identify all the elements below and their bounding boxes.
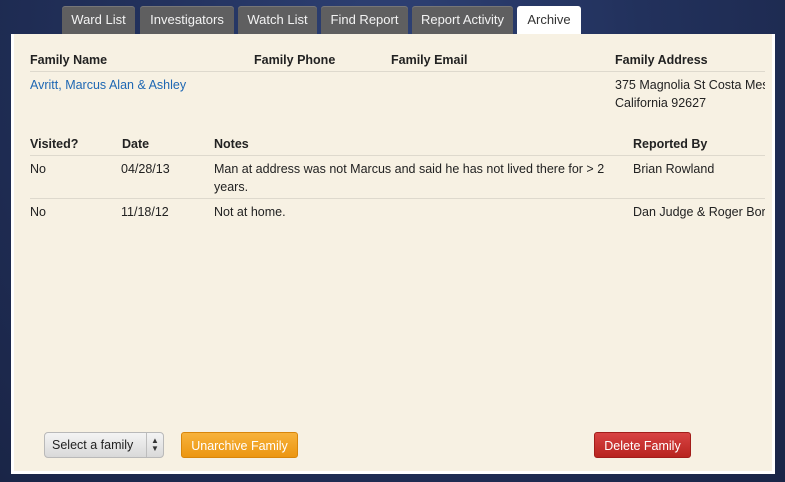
visited-cell: No [30, 162, 46, 176]
family-select[interactable]: Select a family ▲ ▼ [44, 432, 164, 458]
tab-watch-list[interactable]: Watch List [238, 6, 317, 34]
date-header: Date [122, 137, 150, 151]
family-phone-header: Family Phone [254, 53, 336, 67]
date-cell: 04/28/13 [121, 162, 170, 176]
family-address-line2: California 92627 [615, 96, 707, 110]
notes-cell-line1: Not at home. [214, 205, 286, 219]
tab-find-report[interactable]: Find Report [321, 6, 408, 34]
tab-report-activity[interactable]: Report Activity [412, 6, 513, 34]
family-address-header: Family Address [615, 53, 708, 67]
family-name-link[interactable]: Avritt, Marcus Alan & Ashley [30, 78, 186, 92]
family-address-line1: 375 Magnolia St Costa Mes [615, 78, 765, 92]
family-select-value: Select a family [52, 438, 134, 452]
notes-cell-line1: Man at address was not Marcus and said h… [214, 162, 605, 176]
family-name-header: Family Name [30, 53, 108, 67]
tab-investigators[interactable]: Investigators [140, 6, 234, 34]
reported-by-cell: Dan Judge & Roger Borg [633, 205, 765, 219]
family-email-header: Family Email [391, 53, 468, 67]
tab-ward-list[interactable]: Ward List [62, 6, 135, 34]
date-cell: 11/18/12 [121, 205, 169, 219]
visited-cell: No [30, 205, 46, 219]
divider [30, 71, 765, 72]
delete-family-button[interactable]: Delete Family [594, 432, 691, 458]
visited-header: Visited? [30, 137, 79, 151]
divider [30, 155, 765, 156]
unarchive-family-button[interactable]: Unarchive Family [181, 432, 298, 458]
divider [30, 198, 765, 199]
archive-panel: Family Name Family Phone Family Email Fa… [11, 34, 775, 474]
tab-archive[interactable]: Archive [517, 6, 581, 34]
notes-cell-line2: years. [214, 180, 249, 194]
select-updown-icon: ▲ ▼ [146, 433, 163, 457]
notes-header: Notes [214, 137, 249, 151]
reported-by-cell: Brian Rowland [633, 162, 715, 176]
reported-by-header: Reported By [633, 137, 708, 151]
